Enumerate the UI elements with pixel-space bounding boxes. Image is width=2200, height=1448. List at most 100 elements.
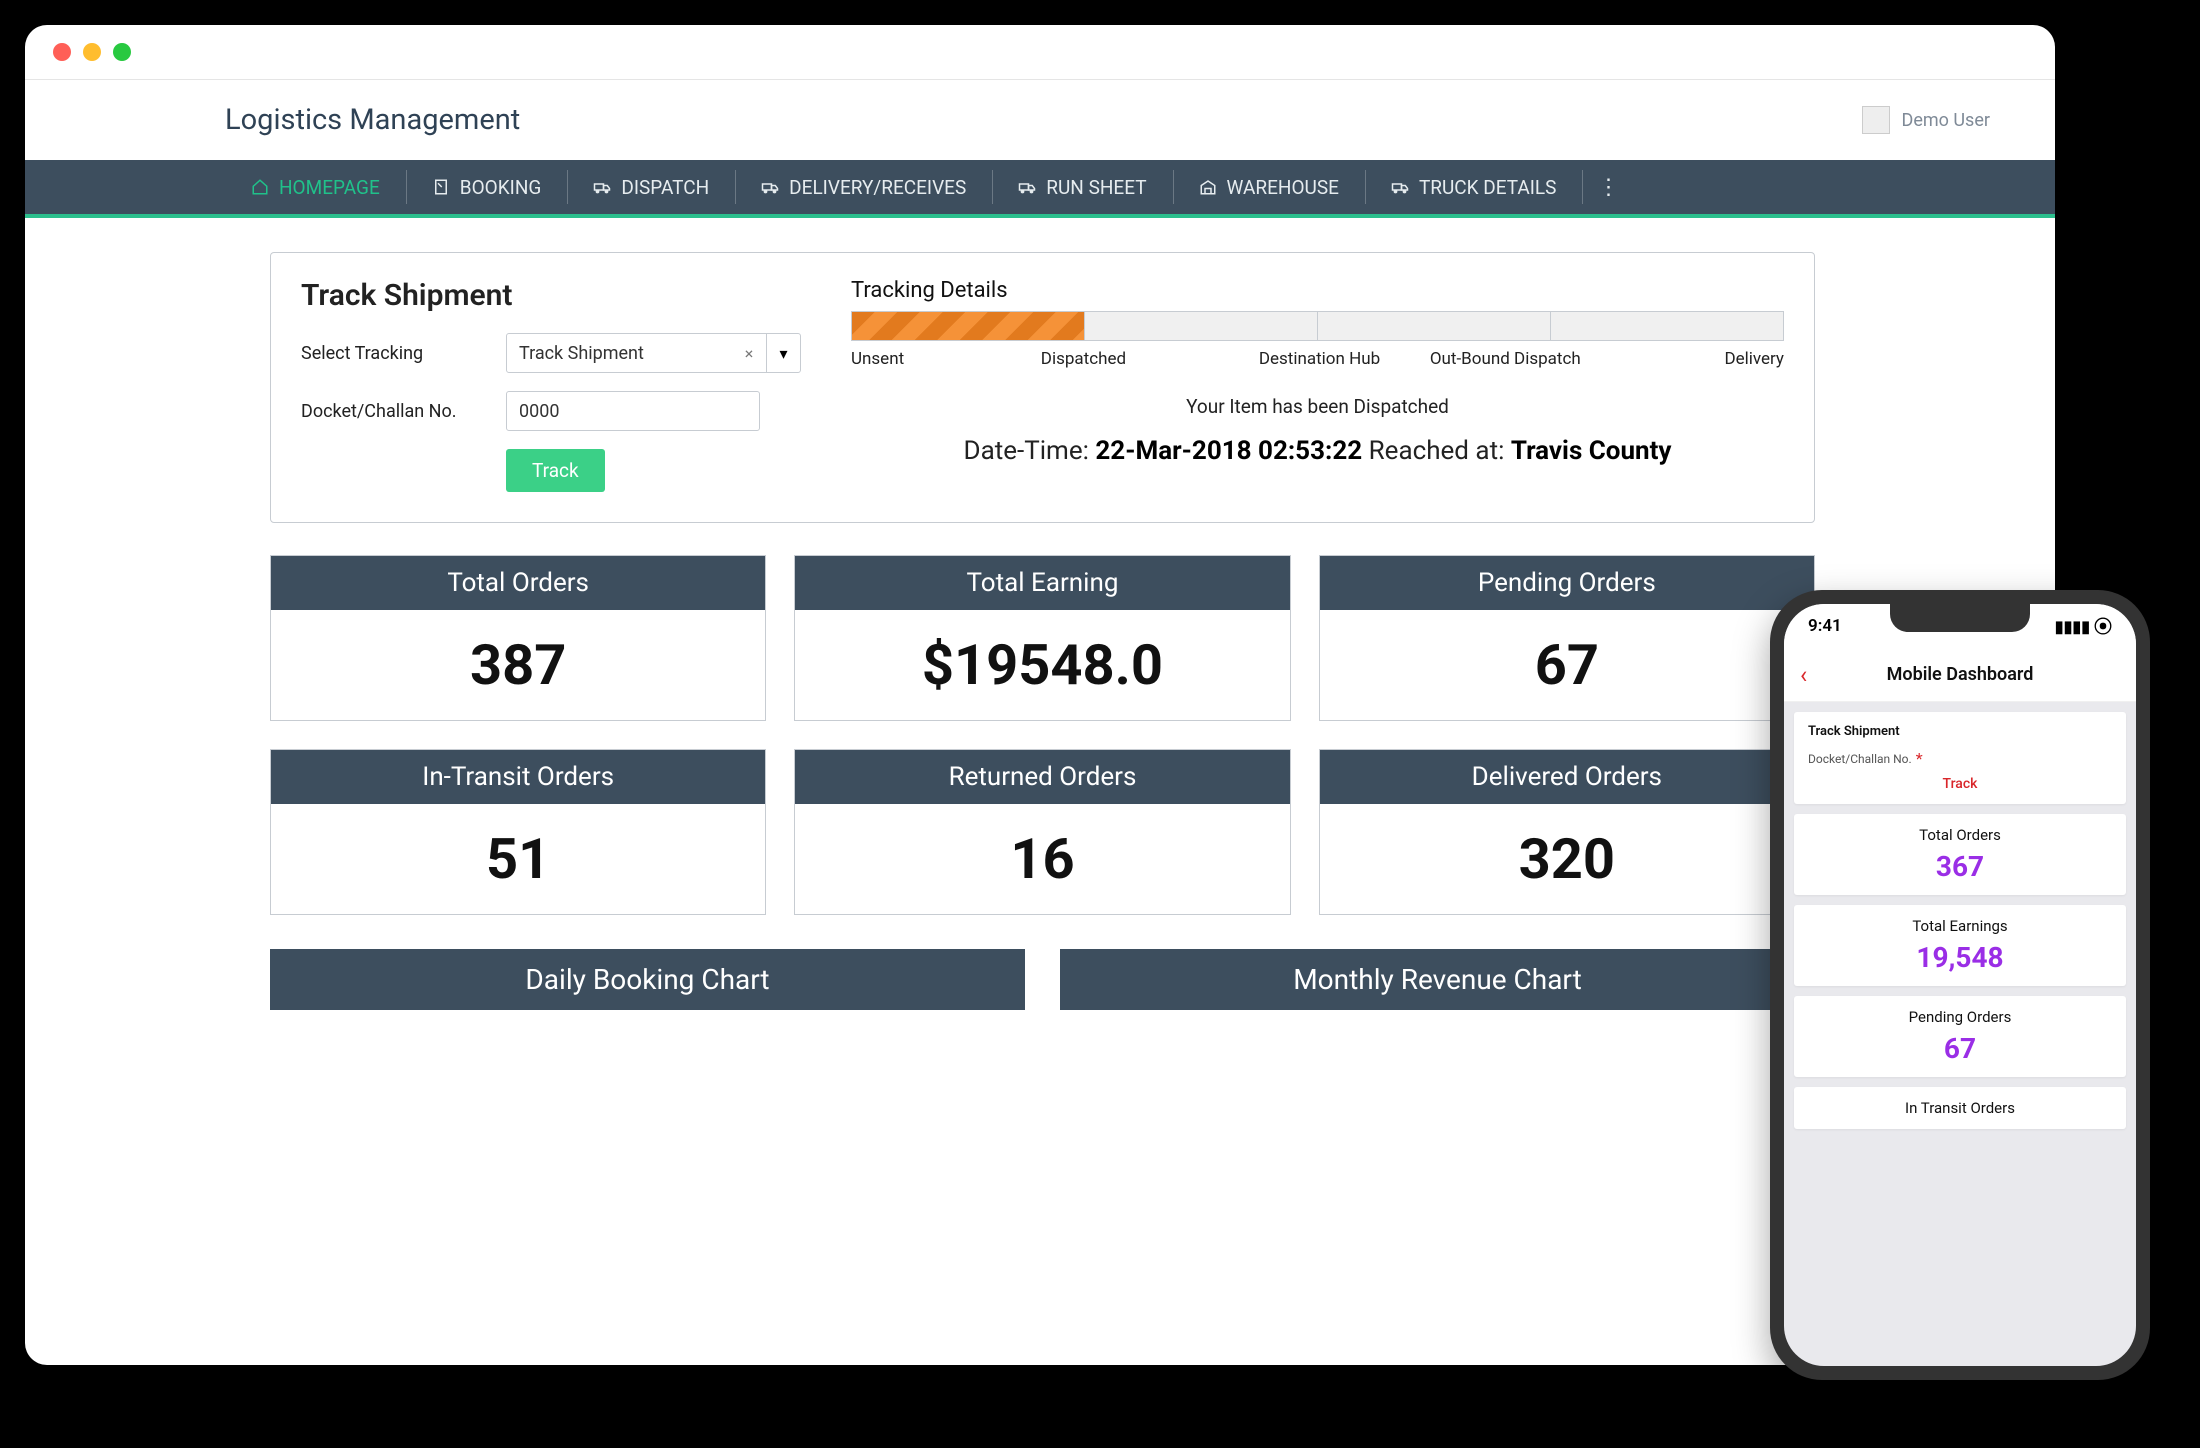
nav-label: DISPATCH (621, 176, 709, 199)
stage-label: Destination Hub (1227, 349, 1413, 369)
nav-booking[interactable]: BOOKING (406, 160, 568, 214)
stage-label: Out-Bound Dispatch (1412, 349, 1598, 369)
home-icon (251, 178, 269, 196)
stat-total-orders: Total Orders 387 (270, 555, 766, 721)
window-titlebar (25, 25, 2055, 80)
tracking-progress (851, 311, 1784, 341)
truck-icon (761, 178, 779, 196)
stat-label: Delivered Orders (1320, 750, 1814, 804)
phone-stat-card: Total Orders 367 (1794, 814, 2126, 895)
phone-docket-row[interactable]: Docket/Challan No. * (1808, 749, 2112, 768)
nav-more[interactable]: ⋮ (1582, 160, 1634, 214)
required-icon: * (1916, 749, 1923, 768)
nav-dispatch[interactable]: DISPATCH (567, 160, 735, 214)
reached-label: Reached at: (1369, 436, 1505, 466)
stat-value: 51 (271, 804, 765, 914)
progress-segment (852, 312, 1085, 340)
back-icon[interactable]: ‹ (1800, 663, 1807, 687)
nav-truckdetails[interactable]: TRUCK DETAILS (1365, 160, 1583, 214)
phone-header: ‹ Mobile Dashboard (1784, 648, 2136, 702)
phone-track-button[interactable]: Track (1808, 776, 2112, 792)
stat-label: In-Transit Orders (271, 750, 765, 804)
nav-homepage[interactable]: HOMEPAGE (225, 160, 406, 214)
browser-window: Logistics Management Demo User HOMEPAGE … (25, 25, 2055, 1365)
warehouse-icon (1199, 178, 1217, 196)
stat-label: Returned Orders (795, 750, 1289, 804)
select-tracking-label: Select Tracking (301, 343, 481, 364)
progress-segment (1551, 312, 1783, 340)
phone-title: Mobile Dashboard (1887, 664, 2034, 685)
stat-value: 387 (271, 610, 765, 720)
avatar-icon (1862, 106, 1890, 134)
track-title: Track Shipment (301, 278, 801, 313)
progress-segment (1318, 312, 1551, 340)
truck-icon (1018, 178, 1036, 196)
docket-input[interactable] (506, 391, 760, 431)
stage-label: Delivery (1598, 349, 1784, 369)
track-button[interactable]: Track (506, 449, 605, 492)
stat-intransit-orders: In-Transit Orders 51 (270, 749, 766, 915)
dt-value: 22-Mar-2018 02:53:22 (1095, 436, 1362, 466)
chevron-down-icon[interactable]: ▾ (766, 334, 800, 372)
stat-total-earning: Total Earning $19548.0 (794, 555, 1290, 721)
docket-label: Docket/Challan No. (301, 401, 481, 422)
phone-stat-label: Total Orders (1808, 826, 2112, 844)
phone-stat-value: 67 (1808, 1032, 2112, 1065)
tracking-datetime-row: Date-Time: 22-Mar-2018 02:53:22 Reached … (851, 436, 1784, 466)
more-icon: ⋮ (1597, 175, 1619, 200)
nav-warehouse[interactable]: WAREHOUSE (1173, 160, 1365, 214)
select-tracking-combo[interactable]: Track Shipment × ▾ (506, 333, 801, 373)
signal-icon: ▮▮▮▮ (2055, 617, 2090, 636)
charts-row: Daily Booking Chart Monthly Revenue Char… (270, 949, 1815, 1010)
stat-value: 16 (795, 804, 1289, 914)
stage-label: Unsent (851, 349, 1037, 369)
truck-icon (593, 178, 611, 196)
nav-label: TRUCK DETAILS (1419, 176, 1557, 199)
stat-value: 67 (1320, 610, 1814, 720)
stat-pending-orders: Pending Orders 67 (1319, 555, 1815, 721)
phone-stat-value: 19,548 (1808, 941, 2112, 974)
phone-stat-card: Pending Orders 67 (1794, 996, 2126, 1077)
phone-docket-label: Docket/Challan No. (1808, 752, 1912, 766)
main-nav: HOMEPAGE BOOKING DISPATCH DELIVERY/RECEI… (25, 160, 2055, 218)
phone-screen: 9:41 ▮▮▮▮ ⦿ ‹ Mobile Dashboard Track Shi… (1784, 604, 2136, 1366)
stat-returned-orders: Returned Orders 16 (794, 749, 1290, 915)
phone-stat-card: In Transit Orders (1794, 1087, 2126, 1129)
combo-clear-icon[interactable]: × (732, 334, 766, 372)
progress-segment (1085, 312, 1318, 340)
user-name: Demo User (1902, 110, 1990, 131)
phone-stat-label: In Transit Orders (1808, 1099, 2112, 1117)
truck-icon (1391, 178, 1409, 196)
monthly-revenue-chart-header: Monthly Revenue Chart (1060, 949, 1815, 1010)
nav-label: RUN SHEET (1046, 176, 1146, 199)
dt-label: Date-Time: (964, 436, 1089, 466)
nav-label: HOMEPAGE (279, 176, 380, 199)
tracking-status: Your Item has been Dispatched (851, 395, 1784, 418)
phone-mockup: 9:41 ▮▮▮▮ ⦿ ‹ Mobile Dashboard Track Shi… (1770, 590, 2150, 1380)
stat-delivered-orders: Delivered Orders 320 (1319, 749, 1815, 915)
phone-stat-label: Total Earnings (1808, 917, 2112, 935)
window-max-button[interactable] (113, 43, 131, 61)
page-header: Logistics Management Demo User (25, 80, 2055, 160)
stat-label: Total Earning (795, 556, 1289, 610)
phone-notch (1890, 604, 2030, 632)
nav-label: DELIVERY/RECEIVES (789, 176, 966, 199)
phone-stat-card: Total Earnings 19,548 (1794, 905, 2126, 986)
nav-runsheet[interactable]: RUN SHEET (992, 160, 1172, 214)
doc-icon (432, 178, 450, 196)
nav-label: BOOKING (460, 176, 542, 199)
reached-value: Travis County (1511, 436, 1672, 466)
window-min-button[interactable] (83, 43, 101, 61)
wifi-icon: ⦿ (2094, 613, 2112, 639)
user-area[interactable]: Demo User (1862, 106, 1990, 134)
phone-time: 9:41 (1808, 616, 1842, 636)
track-panel: Track Shipment Select Tracking Track Shi… (270, 252, 1815, 523)
stat-label: Total Orders (271, 556, 765, 610)
app-title: Logistics Management (225, 103, 520, 137)
tracking-details-title: Tracking Details (851, 278, 1784, 303)
window-close-button[interactable] (53, 43, 71, 61)
stat-value: 320 (1320, 804, 1814, 914)
nav-delivery[interactable]: DELIVERY/RECEIVES (735, 160, 992, 214)
stats-grid: Total Orders 387 Total Earning $19548.0 … (270, 555, 1815, 915)
nav-label: WAREHOUSE (1227, 176, 1339, 199)
